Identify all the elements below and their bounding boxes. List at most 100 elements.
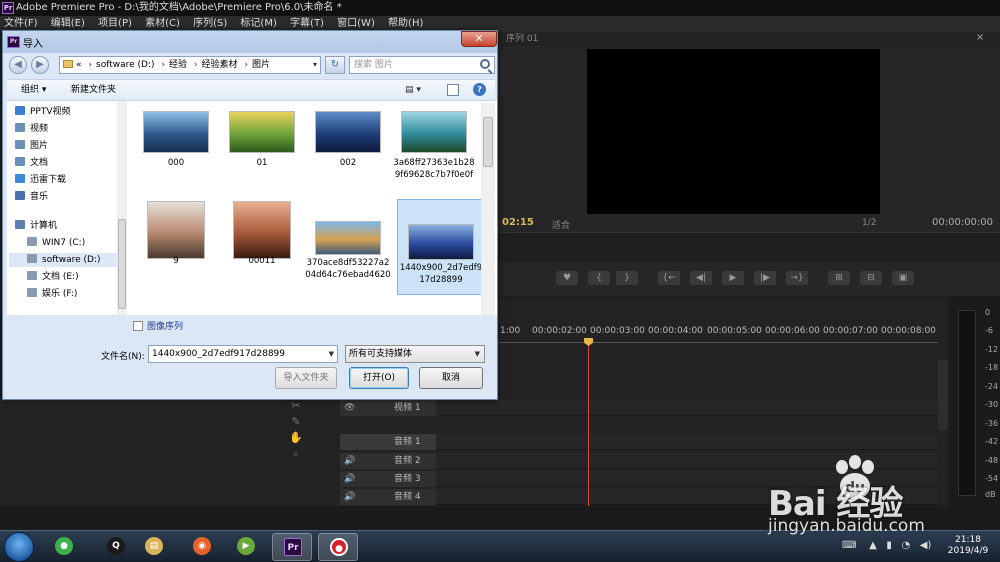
go-to-in-button[interactable]: {← (658, 271, 680, 285)
step-back-button[interactable]: ◀| (690, 271, 712, 285)
monitor-close-icon[interactable]: × (976, 33, 988, 43)
file-item[interactable]: 000 (133, 103, 219, 199)
file-item[interactable]: 9 (133, 201, 219, 297)
monitor-current-timecode[interactable]: 02:15 (502, 217, 534, 228)
track-name: 音频 1 (394, 437, 421, 447)
refresh-icon[interactable]: ↻ (325, 56, 345, 74)
go-to-out-button[interactable]: →} (786, 271, 808, 285)
track-lane-audio-1[interactable] (436, 434, 938, 450)
import-folder-button[interactable]: 导入文件夹 (275, 367, 337, 389)
export-frame-button[interactable]: ▣ (892, 271, 914, 285)
new-folder-button[interactable]: 新建文件夹 (71, 80, 116, 100)
breadcrumb-item[interactable]: 图片 (252, 60, 270, 70)
taskbar-app-firefox[interactable]: ◉ (182, 533, 222, 561)
taskbar-app-explorer[interactable]: ▤ (134, 533, 174, 561)
image-sequence-label[interactable]: 图像序列 (147, 319, 183, 332)
taskbar-app-media[interactable]: ▶ (226, 533, 266, 561)
speaker-icon[interactable]: 🔊 (344, 489, 355, 505)
wifi-icon[interactable]: ◔ (901, 540, 910, 551)
timeline-scrollbar[interactable] (938, 360, 948, 430)
track-header-audio-4[interactable]: 🔊 音频 4 (340, 489, 436, 505)
breadcrumb-item[interactable]: 经验 (169, 60, 187, 70)
track-lane-video-1[interactable] (436, 400, 938, 416)
file-list-scrollbar[interactable] (481, 103, 495, 315)
taskbar-app-premiere[interactable]: Pr (272, 533, 312, 561)
lift-button[interactable]: ⊞ (828, 271, 850, 285)
organize-button[interactable]: 组织 ▾ (21, 80, 46, 100)
razor-tool-icon[interactable]: ✂ (286, 398, 306, 414)
address-bar[interactable]: « › software (D:) › 经验 › 经验素材 › 图片 (59, 56, 321, 74)
file-item[interactable]: 3a68ff27363e1b289f69628c7b7f0e0f (391, 103, 477, 199)
file-item[interactable]: 00011 (219, 201, 305, 297)
chevron-down-icon[interactable]: ▼ (329, 346, 334, 362)
cancel-button[interactable]: 取消 (419, 367, 483, 389)
search-input[interactable]: 搜索 图片 (349, 56, 495, 74)
view-options-icon[interactable]: ▤ ▾ (405, 84, 427, 96)
chevron-down-icon[interactable]: ▾ (309, 57, 321, 73)
navigation-scrollbar[interactable] (117, 101, 127, 315)
file-type-select[interactable]: 所有可支持媒体 ▼ (345, 345, 485, 363)
nav-item-music[interactable]: 音乐 (15, 190, 48, 204)
start-button[interactable] (4, 532, 34, 562)
image-sequence-checkbox[interactable] (133, 321, 143, 331)
speaker-icon[interactable]: 🔊 (344, 453, 355, 469)
play-button[interactable]: ▶ (722, 271, 744, 285)
extract-button[interactable]: ⊟ (860, 271, 882, 285)
filename-input[interactable]: 1440x900_2d7edf917d28899 ▼ (148, 345, 338, 363)
nav-item-pictures[interactable]: 图片 (15, 139, 48, 153)
nav-item-drive-e[interactable]: 文档 (E:) (27, 270, 79, 284)
taskbar-app-qq[interactable]: Q (96, 533, 136, 561)
address-overflow[interactable]: « (76, 60, 82, 70)
arrow-up-icon[interactable]: ▲ (869, 540, 877, 551)
nav-item-pptv[interactable]: PPTV视频 (15, 105, 71, 119)
breadcrumb-item[interactable]: 经验素材 (201, 60, 237, 70)
file-item[interactable]: 370ace8df53227a204d64c76ebad4620 (305, 201, 391, 297)
taskbar-app-360[interactable]: ● (44, 533, 84, 561)
nav-item-drive-d[interactable]: software (D:) (9, 253, 119, 267)
back-arrow-icon[interactable]: ◀ (9, 56, 27, 74)
help-icon[interactable]: ? (473, 83, 486, 96)
hand-tool-icon[interactable]: ✋ (286, 430, 306, 446)
track-header-video-1[interactable]: 👁 视频 1 (340, 400, 436, 416)
battery-icon[interactable]: ▮ (886, 540, 892, 551)
scrollbar-thumb[interactable] (118, 219, 126, 309)
dialog-title-bar[interactable]: Pr 导入 ✕ (3, 31, 497, 53)
mark-out-button[interactable]: } (616, 271, 638, 285)
nav-item-drive-c[interactable]: WIN7 (C:) (27, 236, 85, 250)
nav-item-computer[interactable]: 计算机 (15, 219, 57, 233)
keyboard-icon[interactable]: ⌨ (842, 540, 856, 551)
nav-item-videos[interactable]: 视频 (15, 122, 48, 136)
open-button[interactable]: 打开(O) (349, 367, 409, 389)
breadcrumb-item[interactable]: software (D:) (96, 60, 155, 70)
pen-tool-icon[interactable]: ✎ (286, 414, 306, 430)
volume-icon[interactable]: ◀) (920, 540, 932, 551)
step-forward-button[interactable]: |▶ (754, 271, 776, 285)
monitor-zoom-select[interactable]: 适合 (552, 218, 570, 231)
preview-pane-icon[interactable] (447, 84, 459, 96)
chevron-down-icon[interactable]: ▼ (475, 346, 480, 362)
track-header-audio-2[interactable]: 🔊 音频 2 (340, 453, 436, 469)
timeline-ruler[interactable]: 1:00 00:00:02:00 00:00:03:00 00:00:04:00… (500, 326, 940, 340)
track-header-audio-1[interactable]: 音频 1 (340, 434, 436, 450)
playhead[interactable] (588, 340, 589, 506)
speaker-icon[interactable]: 🔊 (344, 471, 355, 487)
forward-arrow-icon[interactable]: ▶ (31, 56, 49, 74)
monitor-resolution-select[interactable]: 1/2 (862, 218, 876, 228)
eye-icon[interactable]: 👁 (344, 400, 355, 416)
track-header-audio-3[interactable]: 🔊 音频 3 (340, 471, 436, 487)
taskbar-app-recorder[interactable]: ● (318, 533, 358, 561)
file-item[interactable]: 002 (305, 103, 391, 199)
file-item[interactable]: 01 (219, 103, 305, 199)
nav-item-thunder-downloads[interactable]: 迅雷下载 (15, 173, 66, 187)
add-marker-button[interactable]: ♥ (556, 271, 578, 285)
mark-in-button[interactable]: { (588, 271, 610, 285)
nav-item-documents[interactable]: 文档 (15, 156, 48, 170)
nav-item-drive-f[interactable]: 娱乐 (F:) (27, 287, 77, 301)
file-item-selected[interactable]: 1440x900_2d7edf917d28899 (397, 199, 483, 295)
zoom-tool-icon[interactable]: ⌕ (286, 446, 306, 462)
monitor-time-ruler[interactable] (498, 232, 1000, 262)
scrollbar-thumb[interactable] (483, 117, 493, 167)
search-icon[interactable] (480, 59, 490, 69)
close-icon[interactable]: ✕ (461, 31, 497, 47)
tab-sequence-01[interactable]: 序列 01 (506, 34, 538, 44)
